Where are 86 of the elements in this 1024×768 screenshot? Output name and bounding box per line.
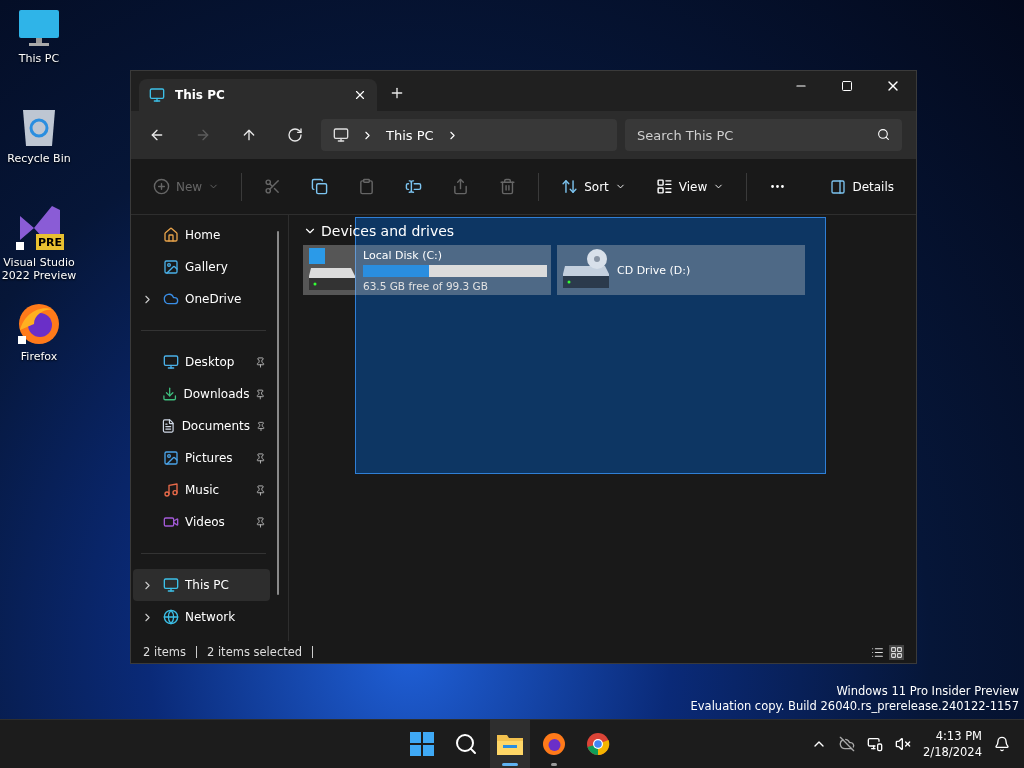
notification-icon[interactable] <box>994 736 1010 752</box>
rename-icon <box>405 178 423 195</box>
sidebar-item[interactable]: This PC <box>133 569 270 601</box>
view-icon <box>655 178 673 195</box>
cloud-icon <box>163 291 179 307</box>
network-icon[interactable] <box>867 736 884 752</box>
sidebar-item[interactable]: Downloads <box>133 378 270 410</box>
forward-icon <box>195 127 211 143</box>
picture-icon <box>163 450 179 466</box>
sidebar-item[interactable]: Home <box>133 219 270 251</box>
trash-icon <box>499 178 517 195</box>
close-icon[interactable] <box>353 88 367 102</box>
sort-button[interactable]: Sort <box>553 172 634 201</box>
sort-icon <box>561 178 579 195</box>
pin-icon <box>255 388 266 400</box>
monitor-icon <box>149 87 165 103</box>
drive-name: Local Disk (C:) <box>363 248 444 262</box>
maximize-icon <box>841 80 853 92</box>
desktop-icon-label[interactable]: This PC <box>18 52 60 66</box>
address-bar[interactable]: This PC <box>321 119 617 151</box>
search-field[interactable]: Search This PC <box>625 119 902 151</box>
cut-icon <box>264 178 282 195</box>
window-tab[interactable]: This PC <box>139 79 377 111</box>
selection-count: 2 items selected <box>206 645 303 659</box>
volume-muted-icon[interactable] <box>895 736 912 752</box>
copy-icon <box>311 178 329 195</box>
sidebar-item[interactable]: Gallery <box>133 251 270 283</box>
drive-tile[interactable]: CD Drive (D:) <box>557 245 805 295</box>
chrome-icon <box>586 732 610 756</box>
sidebar-item[interactable]: Documents <box>133 410 270 442</box>
pin-icon <box>255 452 266 464</box>
gallery-icon <box>163 259 179 275</box>
drive-tile[interactable]: Local Disk (C:) 63.5 GB free of 99.3 GB <box>303 245 551 295</box>
tiles-view-button[interactable] <box>889 644 904 660</box>
sidebar-item[interactable]: Music <box>133 474 270 506</box>
pin-icon <box>255 356 266 368</box>
share-icon <box>452 178 470 195</box>
sidebar-item[interactable]: Pictures <box>133 442 270 474</box>
details-pane-icon <box>830 178 847 195</box>
pin-icon <box>255 484 266 496</box>
folder-icon <box>497 733 523 755</box>
cloud-off-icon[interactable] <box>839 736 856 752</box>
home-icon <box>163 227 179 243</box>
refresh-icon <box>287 127 303 143</box>
sidebar-item[interactable]: Desktop <box>133 346 270 378</box>
desktop-icon-label[interactable]: Firefox <box>20 350 58 364</box>
windows-logo-icon <box>410 732 434 756</box>
build-info-text: Evaluation copy. Build 26040.rs_prerelease.240122-1157 <box>690 699 1019 714</box>
breadcrumb[interactable]: This PC <box>386 127 434 143</box>
scrollbar[interactable] <box>277 231 279 595</box>
details-button[interactable]: Details <box>822 172 902 201</box>
sidebar-item[interactable]: OneDrive <box>133 283 270 315</box>
view-button[interactable]: View <box>647 172 733 201</box>
paste-icon <box>358 178 376 195</box>
more-icon <box>769 184 787 189</box>
monitor-icon <box>163 577 179 593</box>
grid-icon <box>890 645 903 659</box>
plus-icon <box>389 85 405 101</box>
search-icon <box>454 732 478 756</box>
list-icon <box>871 645 884 659</box>
pin-icon <box>255 516 266 528</box>
network-icon <box>163 609 179 625</box>
desktop-icon-label[interactable]: Visual Studio 2022 Preview <box>0 256 78 283</box>
clock[interactable]: 4:13 PM 2/18/2024 <box>923 727 982 761</box>
music-icon <box>163 482 179 498</box>
sidebar-item[interactable]: Network <box>133 601 270 633</box>
desktop-icon <box>163 354 179 370</box>
drive-name: CD Drive (D:) <box>617 263 692 277</box>
item-count: 2 items <box>143 645 186 659</box>
monitor-icon <box>17 8 61 48</box>
firefox-icon <box>542 732 566 756</box>
back-icon <box>149 127 165 143</box>
download-icon <box>162 386 178 402</box>
sidebar-item[interactable]: Videos <box>133 506 270 538</box>
desktop-icon-label[interactable]: Recycle Bin <box>7 152 71 166</box>
taskbar-app-button[interactable] <box>490 720 530 768</box>
search-icon <box>877 128 890 141</box>
pin-icon <box>256 420 266 432</box>
up-icon <box>241 127 257 143</box>
build-info-text: Windows 11 Pro Insider Preview <box>836 684 1019 700</box>
hard-drive-icon <box>307 248 355 292</box>
document-icon <box>161 418 176 434</box>
plus-icon <box>153 178 170 195</box>
drive-space: 63.5 GB free of 99.3 GB <box>363 279 489 292</box>
monitor-icon <box>333 127 349 143</box>
video-icon <box>163 514 179 530</box>
